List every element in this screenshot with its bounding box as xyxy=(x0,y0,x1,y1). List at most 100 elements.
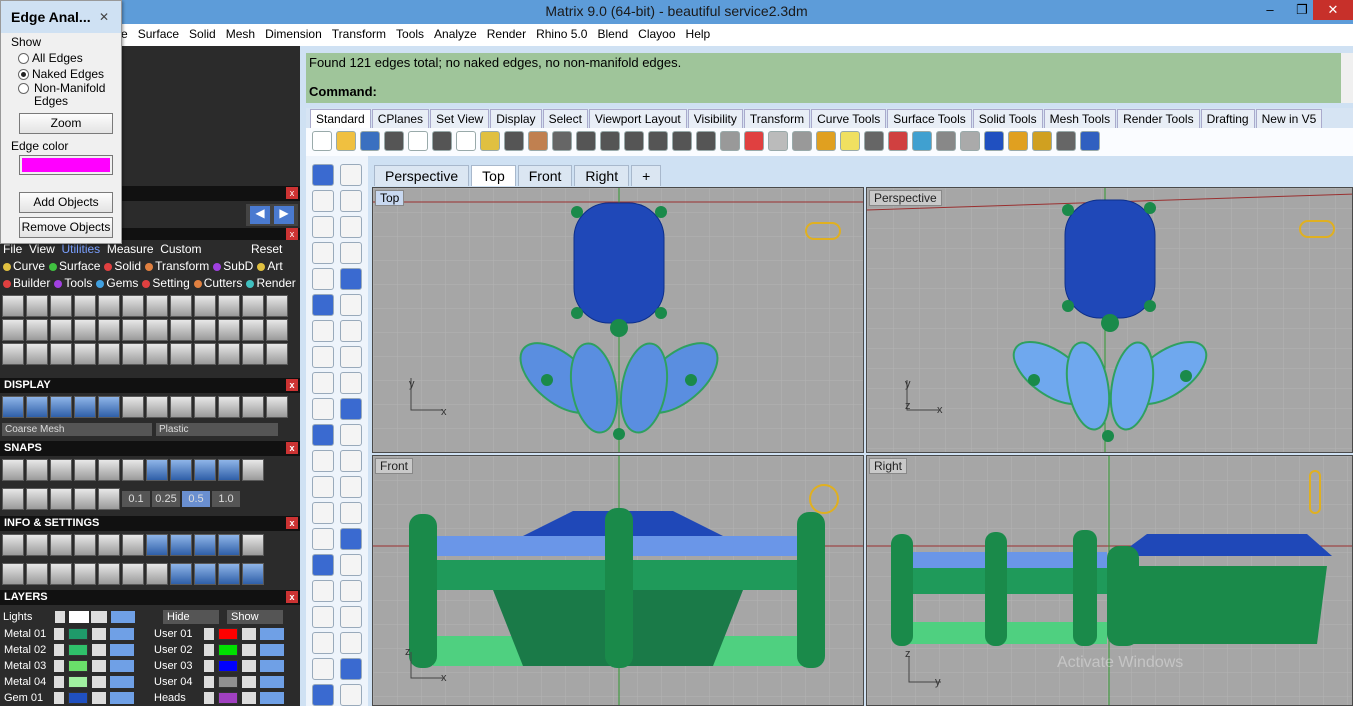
layer-bar-icon[interactable] xyxy=(110,676,134,688)
toolbar-tab-new-in-v5[interactable]: New in V5 xyxy=(1255,109,1323,128)
draw-tool-1-1-icon[interactable] xyxy=(340,190,362,212)
close-icon[interactable]: x xyxy=(286,379,298,391)
toolbar-tool-0-icon[interactable] xyxy=(312,131,332,151)
draw-tool-20-0-icon[interactable] xyxy=(312,684,334,706)
close-icon[interactable]: x xyxy=(286,591,298,603)
display-mode-4-icon[interactable] xyxy=(98,396,120,418)
utility-tool-17-icon[interactable] xyxy=(122,319,144,341)
snap-value-1[interactable]: 0.25 xyxy=(152,491,180,507)
utility-tool-32-icon[interactable] xyxy=(194,343,216,365)
category-5[interactable]: Render xyxy=(246,276,296,290)
menu-item-4[interactable]: Dimension xyxy=(260,24,327,44)
category-2[interactable]: Solid xyxy=(104,259,141,273)
layer-bar-icon[interactable] xyxy=(260,628,284,640)
snap-alt-0-icon[interactable] xyxy=(2,488,24,510)
draw-tool-7-1-icon[interactable] xyxy=(340,346,362,368)
toolbar-tool-11-icon[interactable] xyxy=(576,131,596,151)
expand-arrow-icon[interactable] xyxy=(55,611,65,623)
toolbar-tab-solid-tools[interactable]: Solid Tools xyxy=(972,109,1043,128)
snap-4-icon[interactable] xyxy=(98,459,120,481)
toolbar-tool-3-icon[interactable] xyxy=(384,131,404,151)
toolbar-tab-cplanes[interactable]: CPlanes xyxy=(371,109,430,128)
snap-10-icon[interactable] xyxy=(242,459,264,481)
toolbar-tool-29-icon[interactable] xyxy=(1008,131,1028,151)
menu-item-3[interactable]: Mesh xyxy=(221,24,260,44)
minimize-button[interactable]: – xyxy=(1255,0,1285,20)
draw-tool-5-1-icon[interactable] xyxy=(340,294,362,316)
panel-menu-reset[interactable]: Reset xyxy=(251,241,282,258)
toolbar-tool-18-icon[interactable] xyxy=(744,131,764,151)
expand-arrow-icon[interactable] xyxy=(54,660,64,672)
utility-tool-3-icon[interactable] xyxy=(74,295,96,317)
layer-color-swatch[interactable] xyxy=(68,660,88,672)
viewport-label-right[interactable]: Right xyxy=(869,458,908,474)
display-mode-2-icon[interactable] xyxy=(50,396,72,418)
draw-tool-9-1-icon[interactable] xyxy=(340,398,362,420)
draw-tool-10-0-icon[interactable] xyxy=(312,424,334,446)
layer-color-swatch[interactable] xyxy=(68,692,88,704)
panel-menu-custom[interactable]: Custom xyxy=(160,242,201,256)
toolbar-tool-9-icon[interactable] xyxy=(528,131,548,151)
draw-tool-5-0-icon[interactable] xyxy=(312,294,334,316)
layer-row-user-04[interactable]: User 04 xyxy=(150,674,300,690)
lock-icon[interactable] xyxy=(242,644,256,656)
draw-tool-12-0-icon[interactable] xyxy=(312,476,334,498)
draw-tool-8-0-icon[interactable] xyxy=(312,372,334,394)
utility-tool-5-icon[interactable] xyxy=(122,295,144,317)
layer-row-user-03[interactable]: User 03 xyxy=(150,658,300,674)
toolbar-tool-28-icon[interactable] xyxy=(984,131,1004,151)
display-material-select[interactable]: Plastic xyxy=(156,423,278,436)
draw-tool-6-1-icon[interactable] xyxy=(340,320,362,342)
layer-row-user-01[interactable]: User 01 xyxy=(150,626,300,642)
panel-menu-file[interactable]: File xyxy=(3,242,22,256)
snap-1-icon[interactable] xyxy=(26,459,48,481)
draw-tool-12-1-icon[interactable] xyxy=(340,476,362,498)
lock-icon[interactable] xyxy=(242,628,256,640)
draw-tool-17-0-icon[interactable] xyxy=(312,606,334,628)
command-scrollbar[interactable] xyxy=(1341,53,1353,103)
layer-bar-icon[interactable] xyxy=(110,644,134,656)
toolbar-tool-21-icon[interactable] xyxy=(816,131,836,151)
close-icon[interactable]: x xyxy=(286,442,298,454)
radio-non-manifold-edges[interactable]: Non-Manifold Edges xyxy=(18,82,118,108)
layer-color-swatch[interactable] xyxy=(68,644,88,656)
category-2[interactable]: Gems xyxy=(96,276,138,290)
toolbar-tab-mesh-tools[interactable]: Mesh Tools xyxy=(1043,109,1117,128)
utility-tool-7-icon[interactable] xyxy=(170,295,192,317)
draw-tool-15-1-icon[interactable] xyxy=(340,554,362,576)
utility-tool-35-icon[interactable] xyxy=(266,343,288,365)
lock-icon[interactable] xyxy=(92,692,106,704)
utility-tool-27-icon[interactable] xyxy=(74,343,96,365)
draw-tool-19-1-icon[interactable] xyxy=(340,658,362,680)
draw-tool-16-0-icon[interactable] xyxy=(312,580,334,602)
utility-tool-26-icon[interactable] xyxy=(50,343,72,365)
lock-icon[interactable] xyxy=(92,660,106,672)
edge-color-swatch[interactable] xyxy=(19,155,113,175)
draw-tool-0-1-icon[interactable] xyxy=(340,164,362,186)
zoom-button[interactable]: Zoom xyxy=(19,113,113,134)
snap-alt-3-icon[interactable] xyxy=(74,488,96,510)
info-alt-1-icon[interactable] xyxy=(26,563,48,585)
toolbar-tool-27-icon[interactable] xyxy=(960,131,980,151)
category-0[interactable]: Builder xyxy=(3,276,50,290)
draw-tool-20-1-icon[interactable] xyxy=(340,684,362,706)
info-3-icon[interactable] xyxy=(74,534,96,556)
radio-all-edges[interactable]: All Edges xyxy=(18,51,83,65)
layer-row-metal-01[interactable]: Metal 01 xyxy=(0,626,150,642)
snap-2-icon[interactable] xyxy=(50,459,72,481)
utility-tool-19-icon[interactable] xyxy=(170,319,192,341)
draw-tool-1-0-icon[interactable] xyxy=(312,190,334,212)
utility-tool-12-icon[interactable] xyxy=(2,319,24,341)
draw-tool-4-1-icon[interactable] xyxy=(340,268,362,290)
draw-tool-14-0-icon[interactable] xyxy=(312,528,334,550)
toolbar-tool-19-icon[interactable] xyxy=(768,131,788,151)
toolbar-tool-31-icon[interactable] xyxy=(1056,131,1076,151)
category-1[interactable]: Surface xyxy=(49,259,100,273)
viewport-perspective[interactable]: Perspective y z x xyxy=(866,187,1353,453)
menu-item-7[interactable]: Analyze xyxy=(429,24,482,44)
layer-bar-icon[interactable] xyxy=(110,692,134,704)
viewport-tab-front[interactable]: Front xyxy=(517,165,573,186)
utility-tool-8-icon[interactable] xyxy=(194,295,216,317)
draw-tool-18-0-icon[interactable] xyxy=(312,632,334,654)
info-10-icon[interactable] xyxy=(242,534,264,556)
